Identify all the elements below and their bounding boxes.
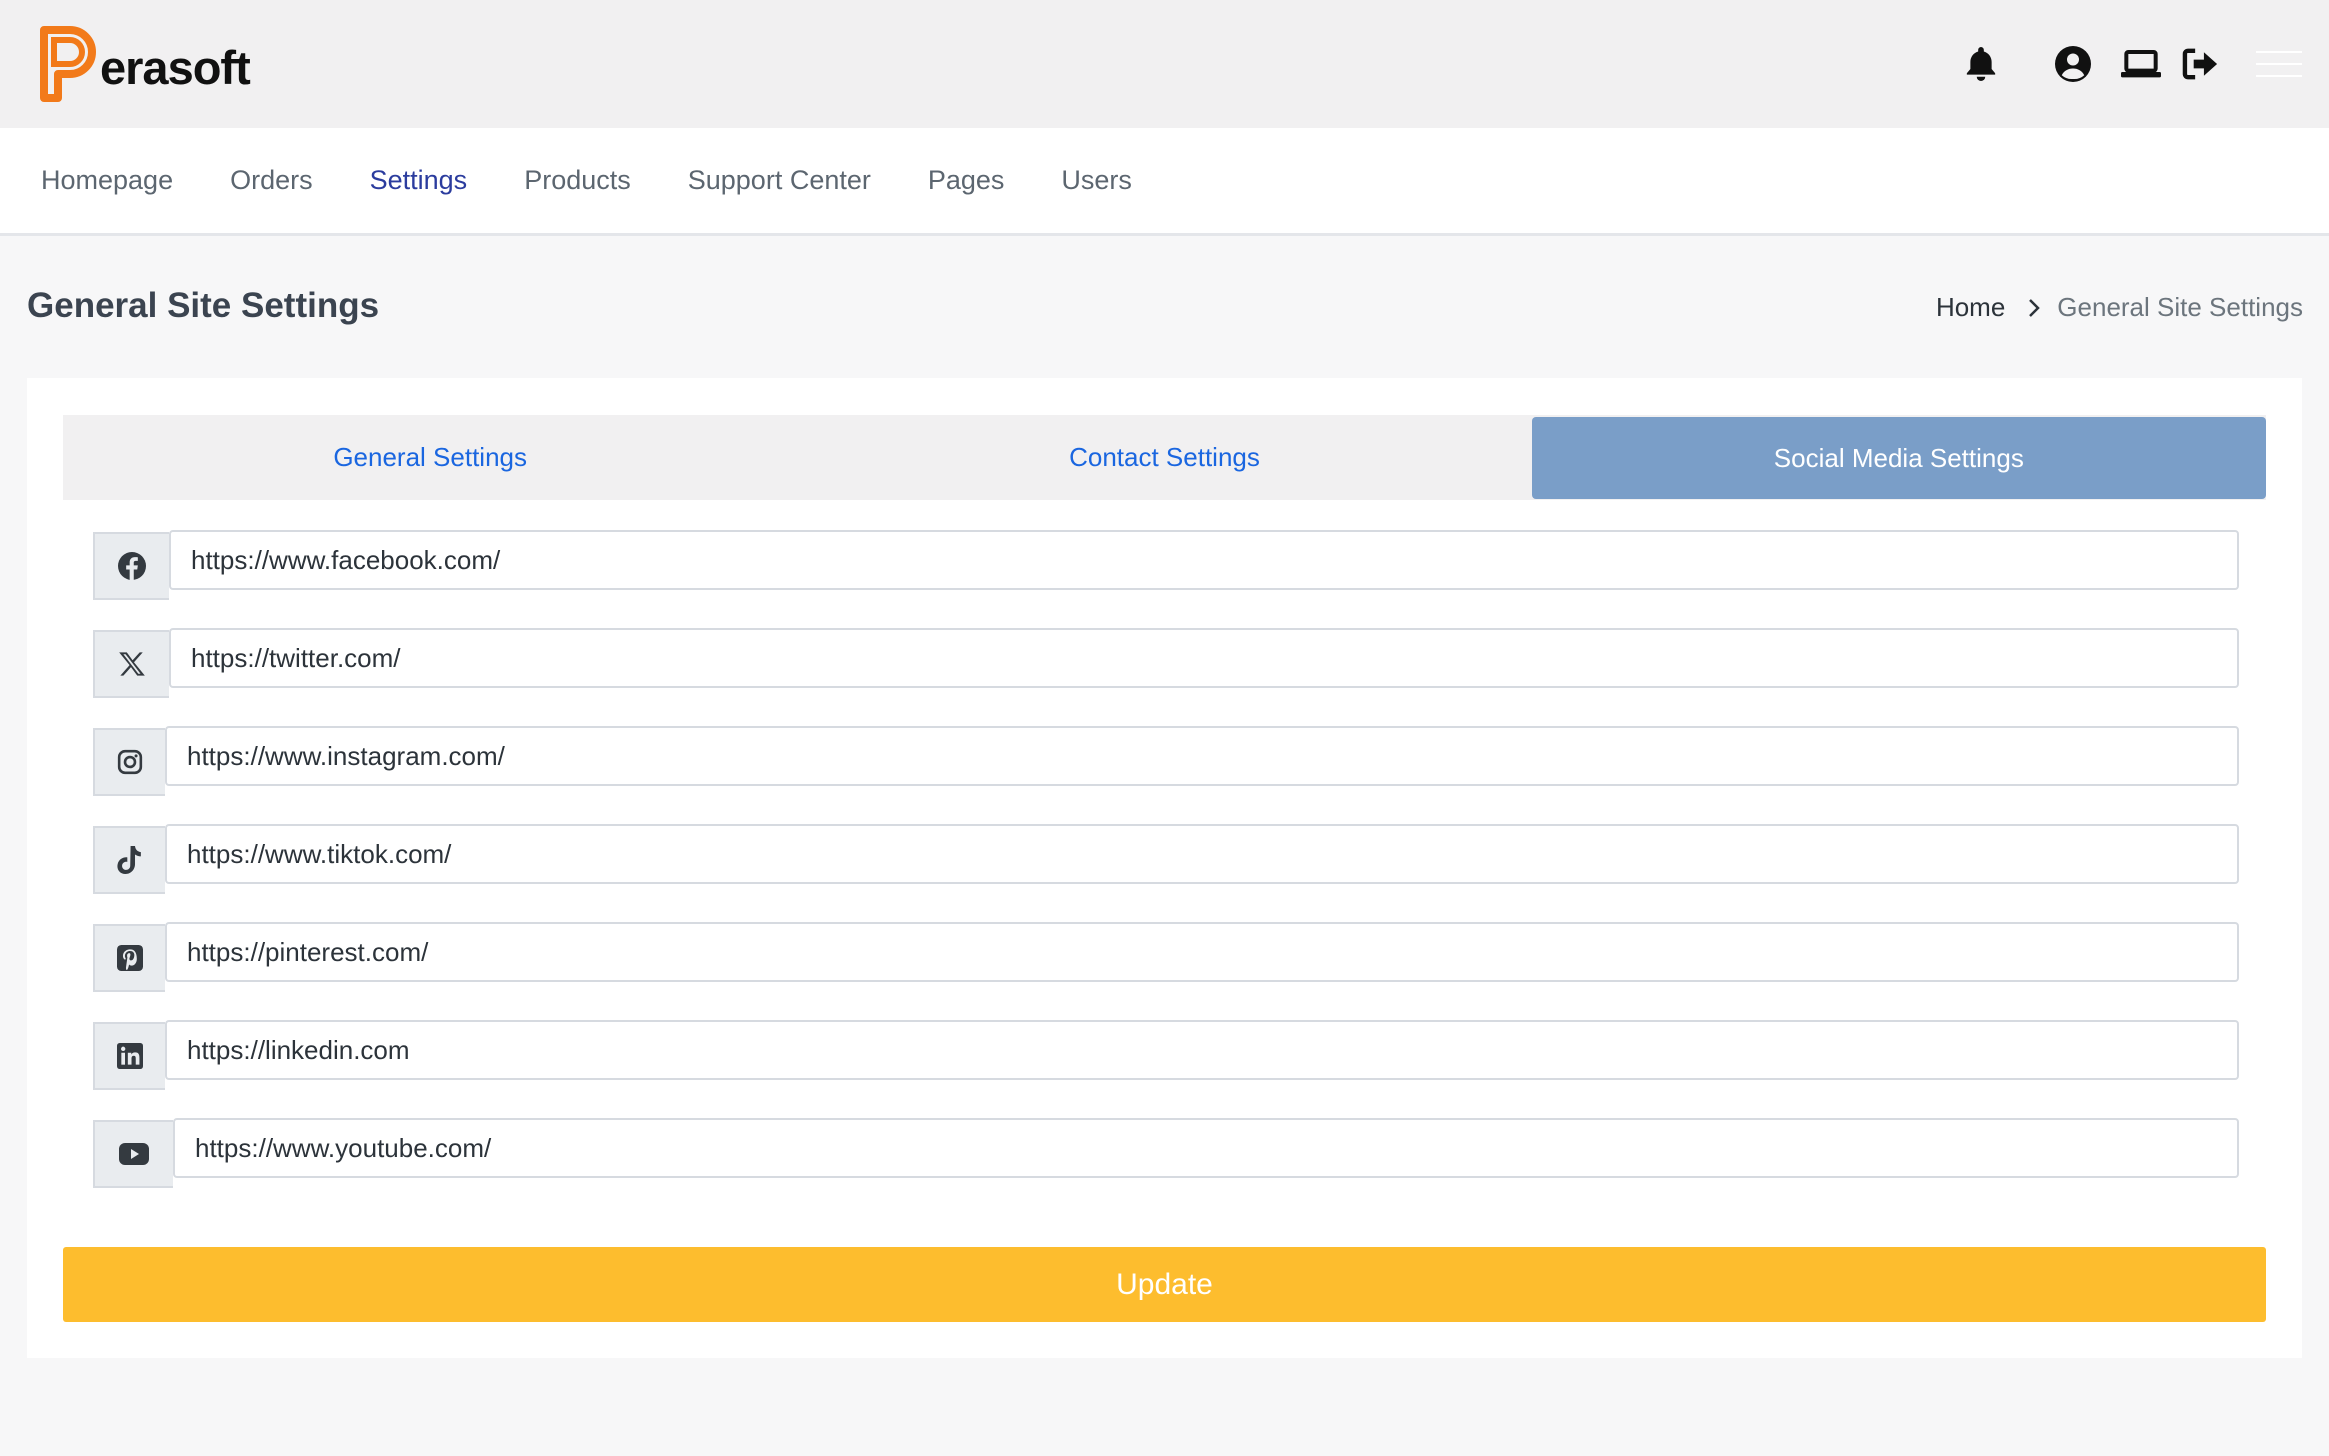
breadcrumb-current: General Site Settings	[2057, 292, 2303, 322]
youtube-icon	[93, 1120, 173, 1188]
linkedin-icon	[93, 1022, 165, 1090]
breadcrumb-home[interactable]: Home	[1936, 292, 2005, 323]
brand-name: erasoft	[100, 40, 251, 94]
x-twitter-icon	[93, 630, 169, 698]
social-row-youtube	[93, 1118, 2239, 1188]
facebook-url-input[interactable]	[169, 530, 2239, 590]
facebook-icon	[93, 532, 169, 600]
nav-item-orders[interactable]: Orders	[230, 165, 313, 196]
tiktok-url-input[interactable]	[165, 824, 2239, 884]
tab-general-settings[interactable]: General Settings	[63, 415, 797, 500]
erasoft-logo-icon	[40, 26, 96, 102]
menu-icon[interactable]	[2255, 44, 2303, 84]
social-row-instagram	[93, 726, 2239, 796]
linkedin-url-input[interactable]	[165, 1020, 2239, 1080]
nav-item-pages[interactable]: Pages	[928, 165, 1005, 196]
user-circle-icon[interactable]	[2053, 44, 2093, 84]
nav-item-homepage[interactable]: Homepage	[41, 165, 173, 196]
twitter-url-input[interactable]	[169, 628, 2239, 688]
instagram-url-input[interactable]	[165, 726, 2239, 786]
nav-item-support-center[interactable]: Support Center	[688, 165, 871, 196]
instagram-icon	[93, 728, 165, 796]
social-row-tiktok	[93, 824, 2239, 894]
youtube-url-input[interactable]	[173, 1118, 2239, 1178]
social-row-twitter	[93, 628, 2239, 698]
settings-tabs: General Settings Contact Settings Social…	[63, 415, 2266, 500]
settings-card: General Settings Contact Settings Social…	[27, 378, 2302, 1358]
nav-item-settings[interactable]: Settings	[370, 165, 468, 196]
breadcrumb: Home General Site Settings	[1936, 292, 2303, 323]
logout-icon[interactable]	[2181, 44, 2221, 84]
top-actions	[1961, 44, 2303, 84]
pinterest-url-input[interactable]	[165, 922, 2239, 982]
update-button[interactable]: Update	[63, 1247, 2266, 1322]
bell-icon[interactable]	[1961, 44, 2001, 84]
chevron-right-icon	[2027, 298, 2041, 318]
social-row-pinterest	[93, 922, 2239, 992]
nav-item-users[interactable]: Users	[1061, 165, 1132, 196]
social-row-facebook	[93, 530, 2239, 600]
social-links-list	[93, 530, 2239, 1216]
nav-item-products[interactable]: Products	[524, 165, 631, 196]
tab-contact-settings[interactable]: Contact Settings	[797, 415, 1531, 500]
main-nav: Homepage Orders Settings Products Suppor…	[0, 128, 2329, 236]
tab-social-media-settings[interactable]: Social Media Settings	[1531, 417, 2266, 499]
tiktok-icon	[93, 826, 165, 894]
top-header: erasoft	[0, 0, 2329, 128]
page-title: General Site Settings	[27, 286, 380, 325]
social-row-linkedin	[93, 1020, 2239, 1090]
brand-logo[interactable]: erasoft	[40, 24, 251, 104]
pinterest-icon	[93, 924, 165, 992]
laptop-icon[interactable]	[2121, 44, 2161, 84]
